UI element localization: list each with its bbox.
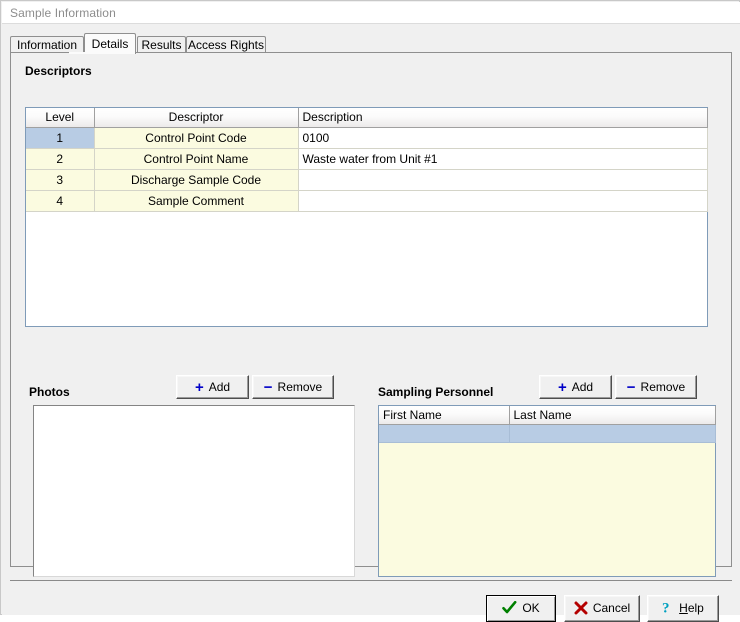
question-icon: ? bbox=[662, 601, 670, 617]
plus-icon: + bbox=[557, 379, 567, 396]
cell-level[interactable]: 2 bbox=[26, 148, 95, 170]
photos-add-label: Add bbox=[208, 380, 231, 394]
photos-group-label: Photos bbox=[29, 385, 70, 399]
ok-button[interactable]: OK bbox=[486, 595, 556, 622]
column-header-description[interactable]: Description bbox=[298, 108, 708, 128]
footer-separator bbox=[10, 580, 732, 581]
window-title-bar: Sample Information bbox=[2, 2, 740, 24]
ok-label: OK bbox=[522, 601, 540, 615]
descriptors-group-label: Descriptors bbox=[25, 64, 92, 78]
check-icon bbox=[502, 600, 517, 614]
cell-descriptor[interactable]: Sample Comment bbox=[94, 190, 299, 212]
cell-last-name[interactable] bbox=[509, 424, 716, 443]
descriptors-table: Level Descriptor Description 1 Control P… bbox=[26, 108, 708, 212]
help-button[interactable]: ? Help bbox=[647, 595, 719, 622]
table-row[interactable]: 1 Control Point Code 0100 bbox=[26, 127, 708, 149]
column-header-descriptor[interactable]: Descriptor bbox=[94, 108, 299, 128]
table-row[interactable]: 2 Control Point Name Waste water from Un… bbox=[26, 148, 708, 170]
cell-descriptor[interactable]: Control Point Name bbox=[94, 148, 299, 170]
tab-strip: Information Details Results Access Right… bbox=[10, 33, 732, 54]
help-label-accel: H bbox=[679, 601, 688, 615]
cell-description[interactable]: 0100 bbox=[298, 127, 708, 149]
personnel-add-button[interactable]: + Add bbox=[539, 375, 612, 399]
table-row[interactable]: 4 Sample Comment bbox=[26, 190, 708, 212]
window-title: Sample Information bbox=[10, 6, 116, 20]
table-header-row: First Name Last Name bbox=[379, 406, 716, 425]
cancel-button[interactable]: Cancel bbox=[564, 595, 640, 622]
table-header-row: Level Descriptor Description bbox=[26, 108, 708, 128]
cancel-label: Cancel bbox=[592, 601, 631, 615]
sampling-personnel-table: First Name Last Name bbox=[379, 406, 716, 443]
cell-level[interactable]: 1 bbox=[26, 127, 95, 149]
photos-remove-label: Remove bbox=[277, 380, 323, 394]
descriptors-grid[interactable]: Level Descriptor Description 1 Control P… bbox=[25, 107, 708, 327]
column-header-level[interactable]: Level bbox=[26, 108, 95, 128]
tab-details[interactable]: Details bbox=[84, 33, 136, 54]
cell-description[interactable] bbox=[298, 190, 708, 212]
active-tab-seam bbox=[69, 52, 120, 54]
minus-icon: − bbox=[263, 379, 273, 396]
personnel-remove-button[interactable]: − Remove bbox=[615, 375, 697, 399]
tab-access-rights[interactable]: Access Rights bbox=[186, 36, 266, 53]
table-row[interactable]: 3 Discharge Sample Code bbox=[26, 169, 708, 191]
cell-description[interactable]: Waste water from Unit #1 bbox=[298, 148, 708, 170]
cell-descriptor[interactable]: Control Point Code bbox=[94, 127, 299, 149]
column-header-first-name[interactable]: First Name bbox=[379, 406, 510, 425]
cell-description[interactable] bbox=[298, 169, 708, 191]
tab-results[interactable]: Results bbox=[137, 36, 186, 53]
sample-information-window: Sample Information Information Details R… bbox=[0, 0, 740, 622]
dialog-client-area: Information Details Results Access Right… bbox=[2, 24, 740, 622]
cell-level[interactable]: 3 bbox=[26, 169, 95, 191]
photos-list-box[interactable] bbox=[33, 405, 355, 577]
photos-add-button[interactable]: + Add bbox=[176, 375, 249, 399]
column-header-last-name[interactable]: Last Name bbox=[509, 406, 716, 425]
cell-level[interactable]: 4 bbox=[26, 190, 95, 212]
plus-icon: + bbox=[194, 379, 204, 396]
cell-first-name[interactable] bbox=[379, 424, 510, 443]
personnel-remove-label: Remove bbox=[640, 380, 686, 394]
tab-information[interactable]: Information bbox=[10, 36, 84, 53]
help-label-rest: elp bbox=[687, 601, 704, 615]
svg-text:?: ? bbox=[662, 601, 670, 616]
sampling-personnel-grid[interactable]: First Name Last Name bbox=[378, 405, 716, 577]
photos-remove-button[interactable]: − Remove bbox=[252, 375, 334, 399]
details-tab-page: Descriptors Level Descriptor Description bbox=[10, 52, 732, 577]
sampling-personnel-group-label: Sampling Personnel bbox=[378, 385, 494, 399]
personnel-add-label: Add bbox=[571, 380, 594, 394]
x-icon bbox=[574, 601, 588, 615]
cell-descriptor[interactable]: Discharge Sample Code bbox=[94, 169, 299, 191]
minus-icon: − bbox=[626, 379, 636, 396]
table-row[interactable] bbox=[379, 424, 716, 443]
